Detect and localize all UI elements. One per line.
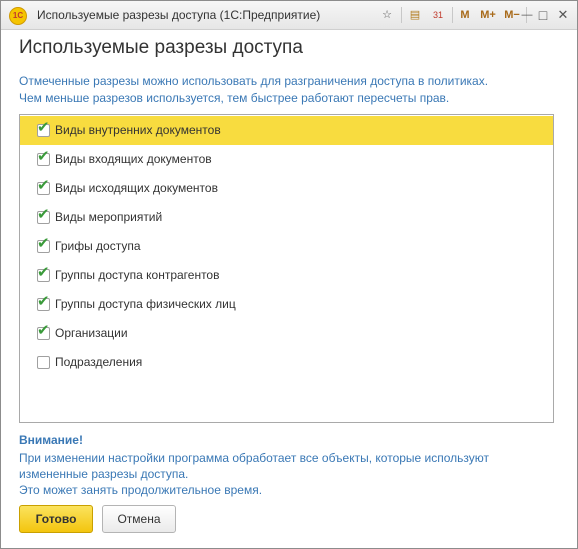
list-item[interactable]: Подразделения [20, 348, 553, 377]
title-bar: 1С Используемые разрезы доступа (1С:Пред… [1, 1, 577, 30]
checkbox[interactable]: ✔ [37, 323, 50, 340]
list-item-label: Организации [55, 326, 128, 340]
toolbar-separator [452, 7, 453, 23]
info-line-1: Отмеченные разрезы можно использовать дл… [19, 74, 489, 88]
checkmark-icon: ✔ [37, 119, 50, 136]
memory-minus-button[interactable]: M− [502, 6, 522, 24]
list-item-label: Виды внутренних документов [55, 123, 221, 137]
warning-line-3: Это может занять продолжительное время. [19, 483, 263, 497]
dialog-window: 1С Используемые разрезы доступа (1С:Пред… [0, 0, 578, 549]
list-item-label: Виды мероприятий [55, 210, 163, 224]
list-item-label: Виды исходящих документов [55, 181, 218, 195]
maximize-icon[interactable]: □ [536, 6, 550, 24]
checkbox[interactable]: ✔ [37, 149, 50, 166]
memory-plus-button[interactable]: M+ [477, 6, 499, 24]
checkmark-icon: ✔ [37, 322, 50, 339]
access-sections-list: ✔ Виды внутренних документов ✔ Виды вход… [19, 114, 554, 423]
toolbar-separator [401, 7, 402, 23]
checkmark-icon: ✔ [37, 293, 50, 310]
list-item[interactable]: ✔ Группы доступа контрагентов [20, 261, 553, 290]
checkbox[interactable]: ✔ [37, 265, 50, 282]
checkmark-icon: ✔ [37, 264, 50, 281]
info-line-2: Чем меньше разрезов используется, тем бы… [19, 91, 450, 105]
list-item-label: Группы доступа контрагентов [55, 268, 220, 282]
list-item-label: Группы доступа физических лиц [55, 297, 236, 311]
warning-line-1: При изменении настройки программа обрабо… [19, 451, 490, 465]
memory-m-button[interactable]: M [457, 6, 473, 24]
app-logo-icon: 1С [9, 7, 27, 25]
info-text: Отмеченные разрезы можно использовать дл… [19, 73, 488, 107]
checkmark-icon: ✔ [37, 235, 50, 252]
favorite-star-icon[interactable]: ☆ [379, 6, 395, 24]
checkbox[interactable]: ✔ [37, 294, 50, 311]
list-item[interactable]: ✔ Виды мероприятий [20, 203, 553, 232]
checkbox[interactable]: ✔ [37, 120, 50, 137]
window-title: Используемые разрезы доступа (1С:Предпри… [37, 8, 321, 22]
close-icon[interactable]: ✕ [556, 6, 570, 24]
list-item-label: Грифы доступа [55, 239, 141, 253]
list-item[interactable]: ✔ Виды входящих документов [20, 145, 553, 174]
list-item[interactable]: ✔ Организации [20, 319, 553, 348]
checkbox[interactable]: ✔ [37, 236, 50, 253]
checkbox[interactable]: ✔ [37, 178, 50, 195]
checkmark-icon: ✔ [37, 148, 50, 165]
checkmark-icon: ✔ [37, 177, 50, 194]
checkmark-icon: ✔ [37, 206, 50, 223]
warning-title: Внимание! [19, 433, 83, 447]
list-item-label: Виды входящих документов [55, 152, 212, 166]
list-item[interactable]: ✔ Группы доступа физических лиц [20, 290, 553, 319]
checkbox[interactable]: ✔ [37, 207, 50, 224]
document-icon[interactable]: ▤ [407, 6, 423, 24]
list-item[interactable]: ✔ Виды внутренних документов [20, 116, 553, 145]
warning-line-2: измененные разрезы доступа. [19, 467, 189, 481]
calendar-icon[interactable]: 31 [430, 6, 446, 24]
done-button[interactable]: Готово [19, 505, 93, 533]
minimize-icon[interactable]: — [521, 6, 533, 24]
list-item-label: Подразделения [55, 355, 143, 369]
page-title: Используемые разрезы доступа [19, 37, 303, 58]
warning-text: При изменении настройки программа обрабо… [19, 450, 489, 498]
list-item[interactable]: ✔ Виды исходящих документов [20, 174, 553, 203]
checkbox[interactable] [37, 356, 50, 369]
list-item[interactable]: ✔ Грифы доступа [20, 232, 553, 261]
cancel-button[interactable]: Отмена [102, 505, 176, 533]
